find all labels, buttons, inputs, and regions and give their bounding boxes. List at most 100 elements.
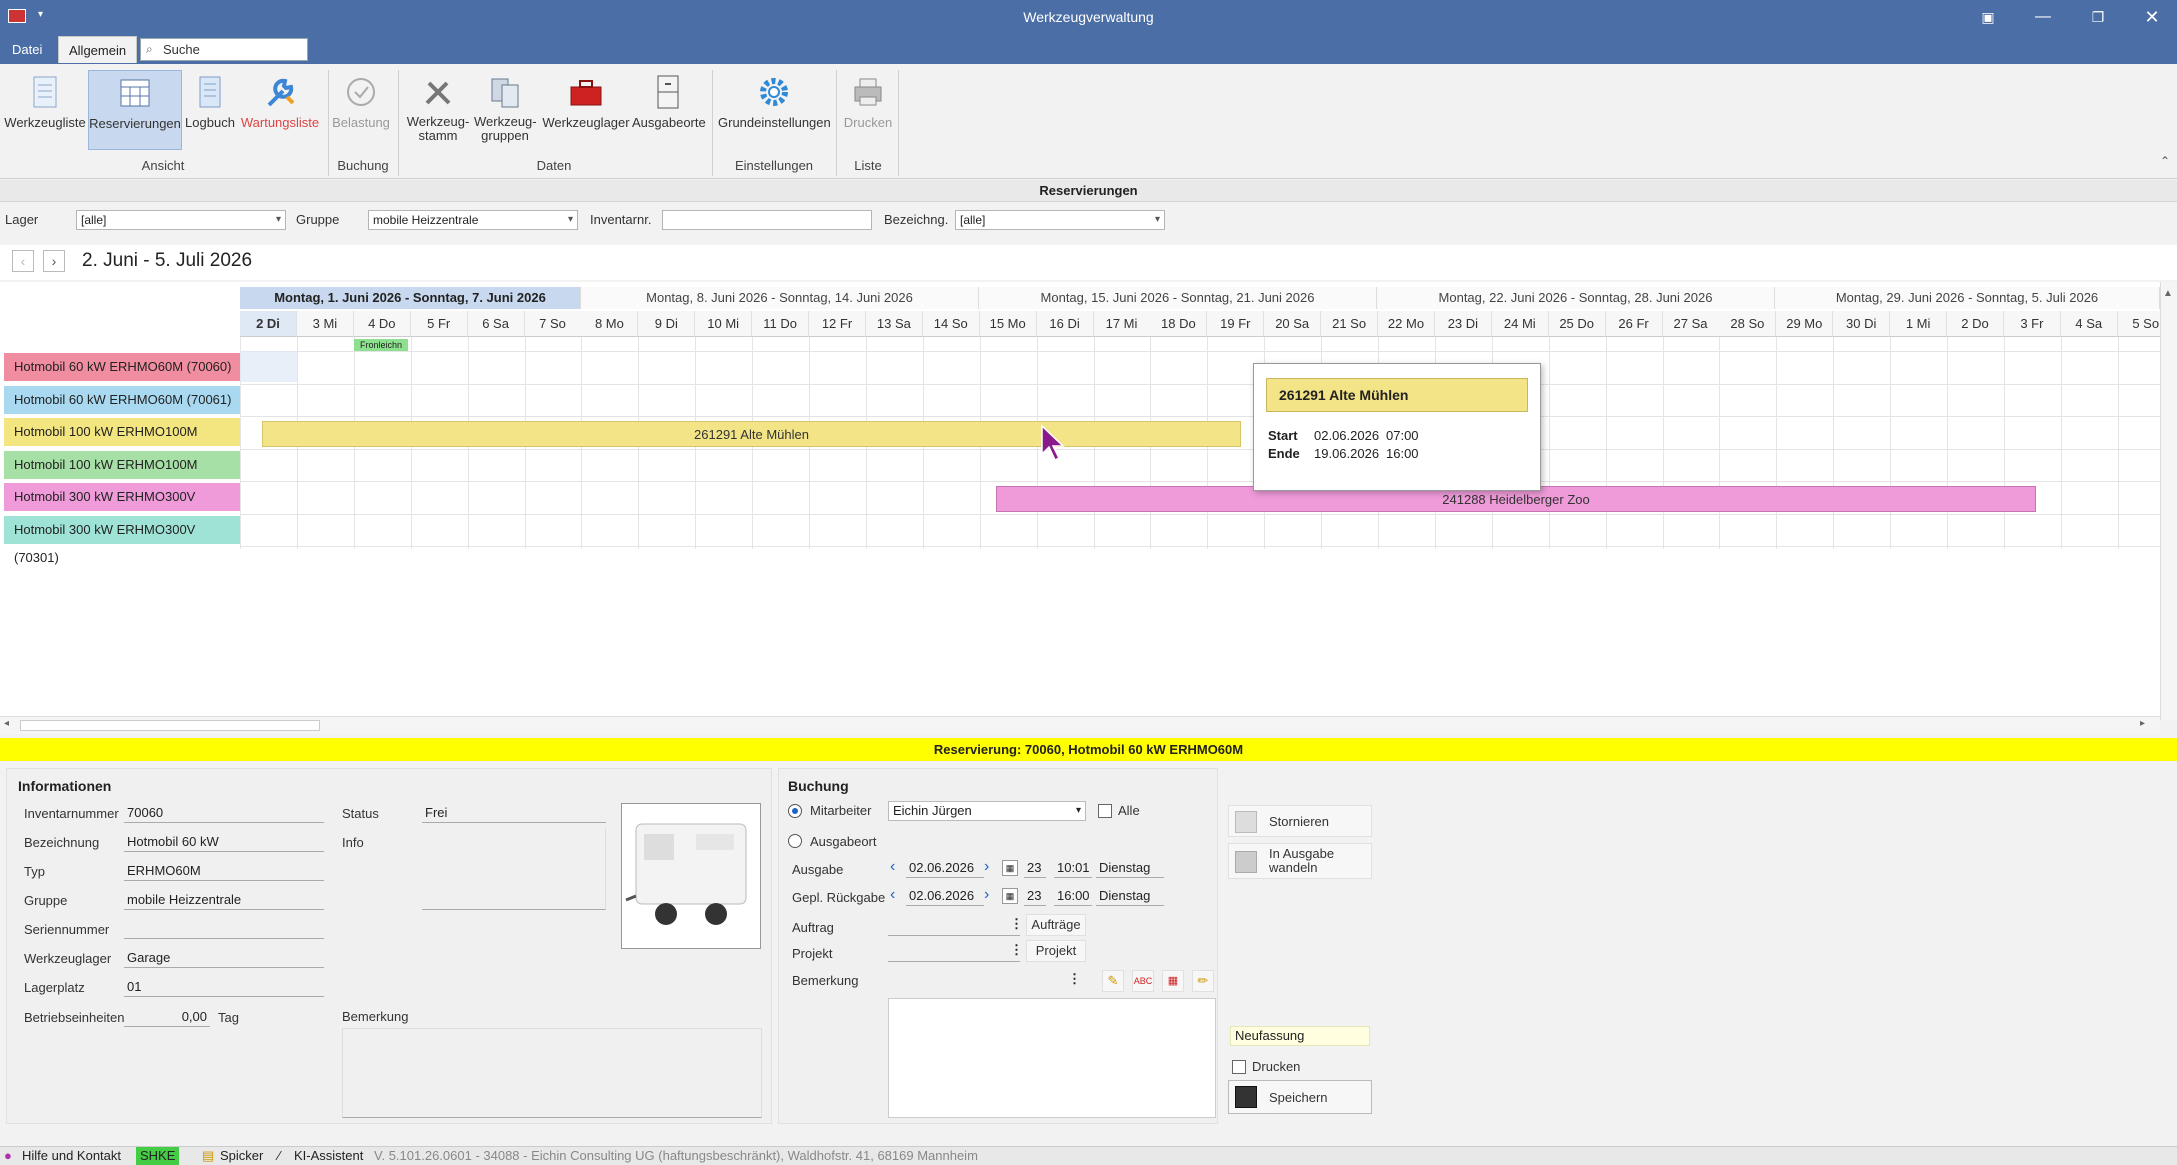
tooltip-start-date: 02.06.2026 (1314, 428, 1380, 443)
resource-row-label[interactable]: Hotmobil 300 kW ERHMO300V (70300) (4, 483, 240, 532)
tab-datei[interactable]: Datei (2, 36, 52, 63)
mitarbeiter-select[interactable]: Eichin Jürgen ▾ (888, 801, 1086, 821)
reservierungen-button[interactable]: Reservierungen (88, 70, 182, 150)
insert-date-icon[interactable]: ▦ (1162, 970, 1184, 992)
calendar-icon[interactable]: ▦ (1002, 860, 1018, 876)
alle-checkbox[interactable] (1098, 804, 1112, 818)
bezeichnung-select[interactable]: [alle] ▾ (955, 210, 1165, 230)
belastung-button[interactable]: Belastung (332, 70, 390, 150)
chevron-down-icon: ▾ (1075, 805, 1081, 816)
ausgabe-time[interactable]: 10:01 (1054, 858, 1092, 878)
calendar-icon[interactable]: ▦ (1002, 888, 1018, 904)
ausgabeorte-button[interactable]: Ausgabeorte (632, 70, 706, 150)
scroll-right-icon[interactable]: ▸ (2140, 718, 2145, 729)
betriebseinheiten-unit: Tag (218, 1010, 239, 1025)
werkzeugstamm-button[interactable]: Werkzeug- stamm (404, 70, 472, 150)
werkzeugliste-button[interactable]: Werkzeugliste (4, 70, 86, 150)
info-textarea[interactable] (422, 828, 606, 910)
day-header: 1 Mi (1890, 311, 1948, 337)
bemerkung-menu-icon[interactable]: ⋮ (1068, 971, 1081, 987)
tooltip-start-label: Start (1268, 428, 1298, 443)
drucken-checkbox[interactable] (1232, 1060, 1246, 1074)
projekt-input[interactable] (888, 942, 1020, 962)
selected-cell[interactable] (240, 351, 297, 382)
info-field-value: 01 (124, 977, 324, 997)
lager-label: Lager (5, 212, 39, 227)
grundeinstellungen-label: Grundeinstellungen (718, 115, 831, 130)
rueckgabe-time[interactable]: 16:00 (1054, 886, 1092, 906)
resource-row-label[interactable]: Hotmobil 300 kW ERHMO300V (70301) (4, 515, 240, 565)
inventarnr-input[interactable] (662, 210, 872, 230)
chevron-down-icon: ▾ (275, 214, 281, 225)
hilfe-kontakt-link[interactable]: Hilfe und Kontakt (22, 1147, 121, 1165)
minimize-icon[interactable]: — (2018, 0, 2068, 34)
day-header: 27 Sa (1662, 311, 1720, 337)
scroll-left-icon[interactable]: ◂ (4, 718, 9, 729)
spellcheck-icon[interactable]: ABC (1132, 970, 1154, 992)
day-header: 25 Do (1548, 311, 1606, 337)
ausgabe-date[interactable]: 02.06.2026 (906, 858, 984, 878)
ausgabe-next-icon[interactable]: › (984, 858, 989, 876)
reservation-banner: Reservierung: 70060, Hotmobil 60 kW ERHM… (0, 738, 2177, 761)
ausgabe-prev-icon[interactable]: ‹ (890, 858, 895, 876)
resource-row-label[interactable]: Hotmobil 60 kW ERHMO60M (70061) (4, 385, 240, 414)
edit-icon[interactable]: ✎ (1102, 970, 1124, 992)
werkzeuglager-button[interactable]: Werkzeuglager (542, 70, 630, 150)
wrench-icon (267, 78, 295, 107)
ausgabeort-radio[interactable] (788, 834, 802, 848)
scroll-thumb[interactable] (20, 720, 320, 731)
logbuch-button[interactable]: Logbuch (184, 70, 236, 150)
auftrag-input[interactable] (888, 916, 1020, 936)
mitarbeiter-radio[interactable] (788, 804, 802, 818)
info-bemerkung-textarea[interactable] (342, 1028, 762, 1118)
collapse-ribbon-icon[interactable]: ⌃ (2160, 154, 2170, 168)
cabinet-icon (657, 75, 679, 109)
gruppe-select[interactable]: mobile Heizzentrale ▾ (368, 210, 578, 230)
resource-row-label[interactable]: Hotmobil 100 kW ERHMO100M (70101) (4, 450, 240, 500)
calendar-horizontal-scrollbar[interactable]: ◂ ▸ (0, 716, 2160, 734)
booking-header: Buchung (788, 778, 849, 794)
wartungsliste-button[interactable]: Wartungsliste (238, 70, 322, 150)
restore-icon[interactable]: ❐ (2073, 0, 2123, 34)
rueckgabe-next-icon[interactable]: › (984, 886, 989, 904)
grid-column-line (2117, 337, 2119, 549)
grundeinstellungen-button[interactable]: Grundeinstellungen (718, 70, 831, 150)
prev-period-button[interactable]: ‹ (12, 250, 34, 272)
drucken-ribbon-button[interactable]: Drucken (840, 70, 896, 150)
calendar-vertical-scrollbar[interactable]: ▲ (2160, 282, 2177, 720)
auftraege-button[interactable]: Aufträge (1026, 914, 1086, 936)
tooltip-end-time: 16:00 (1386, 446, 1419, 461)
rueckgabe-date[interactable]: 02.06.2026 (906, 886, 984, 906)
reservation-bar[interactable]: 261291 Alte Mühlen (262, 421, 1241, 447)
resource-row-label[interactable]: Hotmobil 100 kW ERHMO100M (70100) (4, 418, 240, 467)
rueckgabe-prev-icon[interactable]: ‹ (890, 886, 895, 904)
speichern-button[interactable]: Speichern (1228, 1080, 1372, 1114)
scroll-up-icon[interactable]: ▲ (2163, 288, 2173, 299)
info-field-label: Typ (24, 864, 45, 879)
booking-bemerkung-textarea[interactable] (888, 998, 1216, 1118)
shke-badge[interactable]: SHKE (136, 1147, 180, 1165)
projekt-button[interactable]: Projekt (1026, 940, 1086, 962)
tab-allgemein[interactable]: Allgemein (58, 36, 138, 63)
projekt-menu-icon[interactable]: ⋮ (1010, 942, 1023, 958)
info-field-value: mobile Heizzentrale (124, 890, 324, 910)
pencil-icon[interactable]: ✏ (1192, 970, 1214, 992)
ki-assistent-link[interactable]: KI-Assistent (294, 1147, 363, 1165)
grid-column-line (2003, 337, 2005, 549)
search-input[interactable]: ⌕ Suche (140, 38, 308, 61)
spicker-link[interactable]: Spicker (220, 1147, 263, 1165)
next-period-button[interactable]: › (43, 250, 65, 272)
ribbon-options-icon[interactable]: ▣ (1963, 0, 2013, 34)
ausgabe-label: Ausgabe (792, 862, 844, 877)
werkzeuggruppen-button[interactable]: Werkzeug- gruppen (474, 70, 537, 150)
tooltip-start-time: 07:00 (1386, 428, 1419, 443)
resource-row-label[interactable]: Hotmobil 60 kW ERHMO60M (70060) (4, 353, 240, 381)
auftrag-menu-icon[interactable]: ⋮ (1010, 916, 1023, 932)
betriebseinheiten-value[interactable]: 0,00 (124, 1007, 210, 1027)
stornieren-button[interactable]: Stornieren (1228, 805, 1372, 837)
close-icon[interactable]: ✕ (2127, 0, 2177, 34)
in-ausgabe-wandeln-button[interactable]: In Ausgabe wandeln (1228, 843, 1372, 879)
day-header: 4 Sa (2060, 311, 2118, 337)
ribbon-separator (898, 70, 899, 176)
lager-select[interactable]: [alle] ▾ (76, 210, 286, 230)
